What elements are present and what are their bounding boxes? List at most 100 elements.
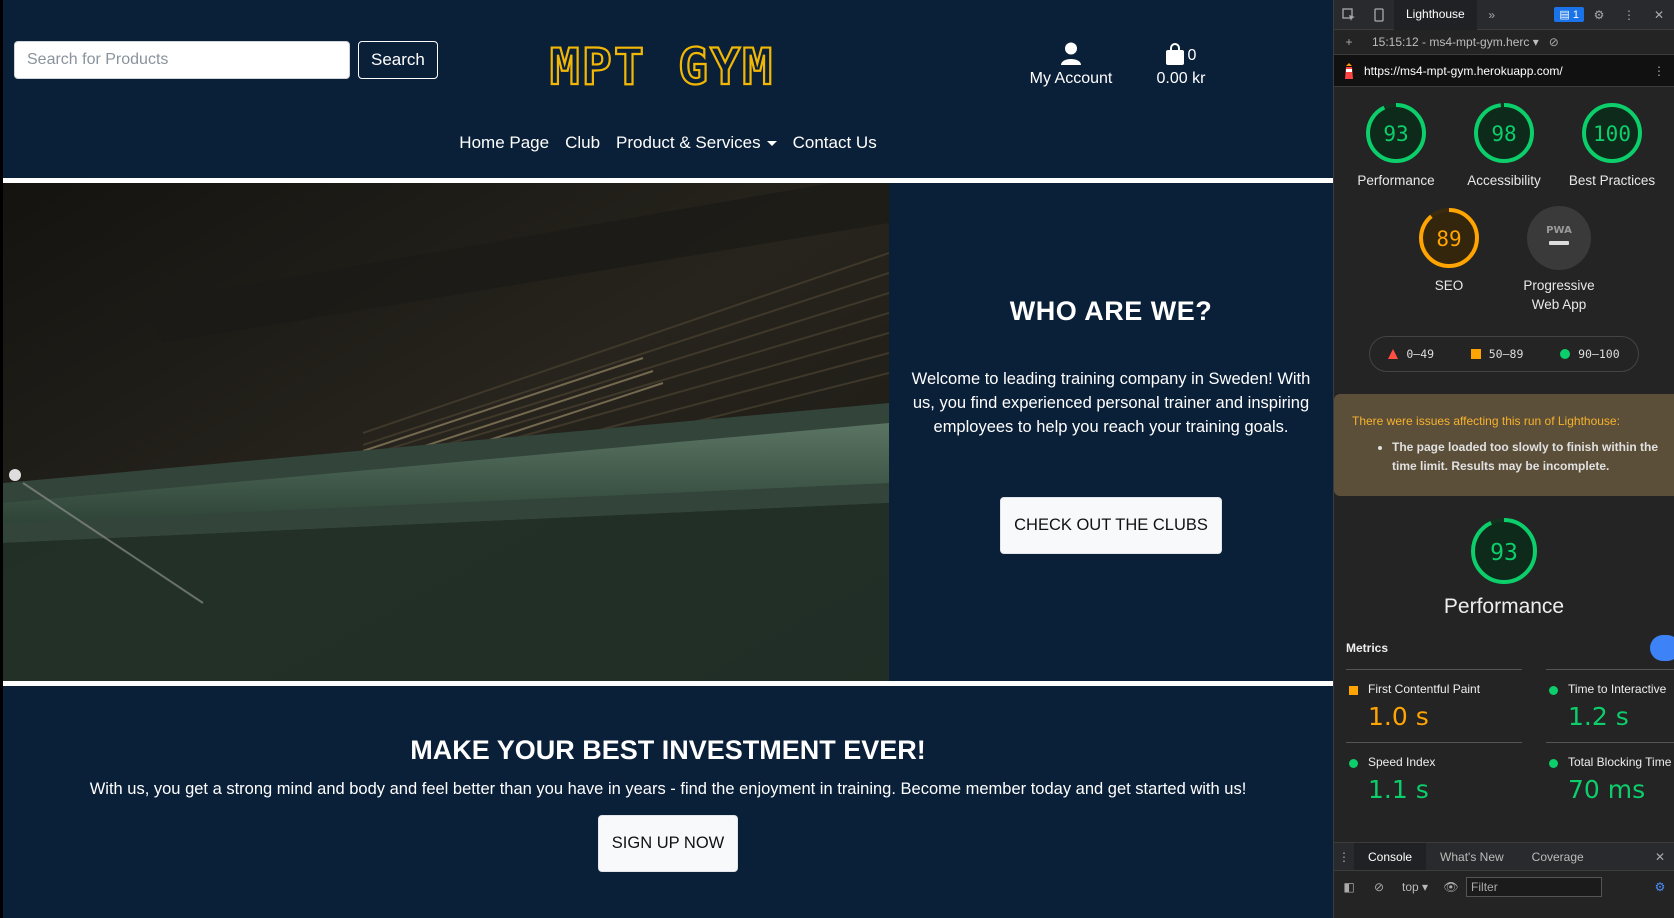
logo-text: MPT GYM — [550, 38, 775, 96]
tab-console[interactable]: Console — [1354, 842, 1427, 871]
issues-badge[interactable]: ▤ 1 — [1554, 7, 1584, 22]
metrics-title: Metrics — [1346, 641, 1389, 655]
lighthouse-logo-icon — [1334, 56, 1364, 86]
metric-value: 1.1 s — [1368, 775, 1429, 804]
lighthouse-url-bar: https://ms4-mpt-gym.herokuapp.com/ ⋮ — [1334, 55, 1674, 87]
gauge-seo[interactable]: 89 SEO — [1401, 200, 1497, 314]
score-legend: 0–49 50–89 90–100 — [1369, 336, 1639, 372]
gear-icon[interactable]: ⚙ — [1645, 872, 1674, 902]
search-form: Search — [14, 41, 438, 79]
circle-icon — [1349, 759, 1358, 768]
gauge-label: Best Practices — [1568, 173, 1656, 188]
square-icon — [1470, 349, 1481, 359]
user-icon — [1021, 42, 1121, 70]
gauge-label: Progressive Web App — [1523, 278, 1595, 312]
metric-name: Total Blocking Time — [1568, 755, 1672, 769]
hero-text: WHO ARE WE? Welcome to leading training … — [889, 183, 1333, 681]
close-icon[interactable]: ✕ — [1644, 0, 1674, 30]
search-button[interactable]: Search — [358, 41, 438, 79]
score-gauges-row-2: 89 SEO PWA Progressive Web App — [1334, 190, 1674, 314]
sidebar-toggle-icon[interactable]: ◧ — [1334, 872, 1364, 902]
console-filter-input[interactable] — [1466, 876, 1603, 897]
performance-gauge: 93 — [1471, 518, 1537, 584]
site-logo[interactable]: MPT GYM — [523, 36, 801, 96]
metric-value: 1.0 s — [1368, 702, 1429, 731]
audited-url[interactable]: https://ms4-mpt-gym.herokuapp.com/ — [1364, 64, 1563, 78]
invest-description: With us, you get a strong mind and body … — [89, 780, 1247, 798]
shopping-bag-icon — [1165, 42, 1184, 70]
metric-item: Time to Interactive 1.2 s — [1546, 669, 1674, 742]
svg-text:89: 89 — [1436, 227, 1461, 251]
svg-text:93: 93 — [1383, 122, 1408, 146]
nav-products-services[interactable]: Product & Services — [616, 133, 777, 153]
shopping-bag-link[interactable]: 0 0.00 kr — [1151, 42, 1211, 88]
legend-average: 50–89 — [1470, 347, 1523, 361]
close-icon[interactable]: ✕ — [1645, 842, 1674, 872]
bag-total: 0.00 kr — [1156, 70, 1206, 87]
search-input[interactable] — [14, 41, 350, 79]
svg-text:98: 98 — [1491, 122, 1516, 146]
website-viewport: Search MPT GYM My Account 0 0.00 kr Home… — [0, 0, 1333, 918]
kebab-menu-icon[interactable]: ⋮ — [1644, 56, 1674, 86]
square-icon — [1349, 686, 1358, 695]
performance-title: Performance — [1443, 595, 1565, 618]
my-account-link[interactable]: My Account — [1021, 42, 1121, 88]
hero-description: Welcome to leading training company in S… — [911, 370, 1311, 436]
nav-home[interactable]: Home Page — [459, 133, 549, 153]
svg-text:93: 93 — [1490, 540, 1518, 566]
performance-summary: 93 Performance — [1334, 496, 1674, 619]
check-out-clubs-button[interactable]: CHECK OUT THE CLUBS — [1000, 497, 1222, 554]
lighthouse-warning: There were issues affecting this run of … — [1334, 394, 1674, 496]
invest-section: MAKE YOUR BEST INVESTMENT EVER! With us,… — [3, 686, 1333, 872]
gear-icon[interactable]: ⚙ — [1584, 0, 1614, 30]
metrics-grid: First Contentful Paint 1.0 s Time to Inter… — [1346, 669, 1674, 815]
site-header: Search MPT GYM My Account 0 0.00 kr Home… — [3, 0, 1333, 178]
circle-icon — [1549, 759, 1558, 768]
legend-fail: 0–49 — [1388, 347, 1434, 361]
nav-club[interactable]: Club — [565, 133, 600, 153]
pwa-icon: PWA — [1546, 225, 1572, 236]
devtools-panel: Lighthouse » ▤ 1 ⚙ ⋮ ✕ + 15:15:12 - ms4-… — [1333, 0, 1674, 918]
invest-title: MAKE YOUR BEST INVESTMENT EVER! — [410, 735, 926, 765]
gauge-label: SEO — [1434, 278, 1464, 293]
eye-icon[interactable]: 👁 — [1436, 872, 1466, 902]
circle-icon — [1549, 686, 1558, 695]
clear-console-icon[interactable]: ⊘ — [1364, 872, 1394, 902]
context-selector[interactable]: top ▾ — [1394, 880, 1436, 894]
sign-up-button[interactable]: SIGN UP NOW — [597, 815, 739, 872]
gauge-accessibility[interactable]: 98 Accessibility — [1456, 95, 1552, 190]
device-toolbar-icon[interactable] — [1364, 0, 1394, 30]
inspect-element-icon[interactable] — [1334, 0, 1364, 30]
tab-whats-new[interactable]: What's New — [1426, 843, 1518, 871]
kebab-menu-icon[interactable]: ⋮ — [1614, 0, 1644, 30]
metric-item: Total Blocking Time 70 ms — [1546, 742, 1674, 815]
metric-name: First Contentful Paint — [1368, 682, 1481, 696]
report-selector[interactable]: 15:15:12 - ms4-mpt-gym.herc ▾ — [1372, 35, 1539, 49]
report-label: 15:15:12 - ms4-mpt-gym.herc — [1372, 35, 1530, 49]
tab-lighthouse[interactable]: Lighthouse — [1394, 0, 1477, 30]
gauge-pwa[interactable]: PWA Progressive Web App — [1511, 200, 1607, 314]
plus-icon[interactable]: + — [1334, 27, 1364, 57]
view-toggle[interactable] — [1650, 635, 1674, 661]
hero-section: WHO ARE WE? Welcome to leading training … — [3, 183, 1333, 681]
circle-icon — [1560, 349, 1571, 359]
svg-text:100: 100 — [1593, 122, 1631, 146]
metric-value: 70 ms — [1568, 775, 1646, 804]
legend-pass: 90–100 — [1560, 347, 1620, 361]
metrics-section: Metrics First Contentful Paint 1.0 s Time … — [1334, 619, 1674, 815]
gauge-label: Accessibility — [1467, 173, 1541, 188]
metric-name: Time to Interactive — [1568, 682, 1667, 696]
gauge-performance[interactable]: 93 Performance — [1348, 95, 1444, 190]
bag-count: 0 — [1187, 47, 1197, 64]
nav-contact[interactable]: Contact Us — [793, 133, 877, 153]
clear-icon[interactable]: ⊘ — [1539, 27, 1569, 57]
my-account-label: My Account — [1029, 70, 1113, 87]
tab-coverage[interactable]: Coverage — [1518, 843, 1598, 871]
gauge-best-practices[interactable]: 100 Best Practices — [1564, 95, 1660, 190]
more-tabs-icon[interactable]: » — [1477, 0, 1507, 30]
metric-item: Speed Index 1.1 s — [1346, 742, 1522, 815]
kebab-menu-icon[interactable]: ⋮ — [1334, 842, 1354, 872]
hero-title: WHO ARE WE? — [1009, 296, 1213, 326]
warning-title: There were issues affecting this run of … — [1352, 414, 1620, 428]
hero-video[interactable] — [3, 183, 889, 681]
